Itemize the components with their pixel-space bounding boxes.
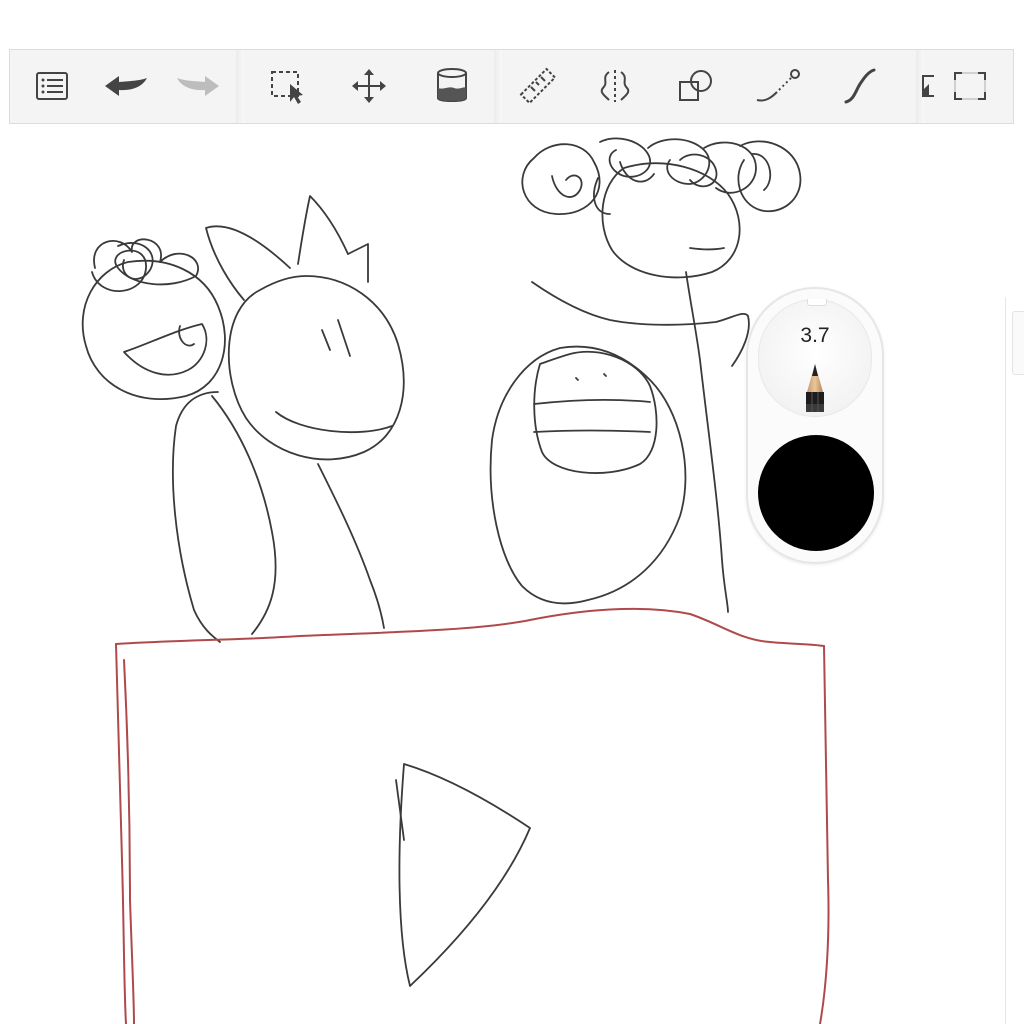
selection-marquee-icon xyxy=(271,71,303,104)
ruler-tool-button[interactable] xyxy=(514,62,562,110)
ruler-icon xyxy=(519,67,557,105)
list-menu-icon xyxy=(36,72,68,100)
symmetry-icon xyxy=(600,70,630,102)
pencil-icon xyxy=(806,364,824,412)
transform-tool-button[interactable] xyxy=(345,62,393,110)
top-toolbar xyxy=(9,49,1014,124)
brush-color-swatch[interactable] xyxy=(758,435,874,551)
shapes-icon xyxy=(679,70,712,101)
redo-button[interactable] xyxy=(174,62,222,110)
curve-tool-button[interactable] xyxy=(836,62,884,110)
stroke-tool-button[interactable] xyxy=(754,62,802,110)
paint-bucket-icon xyxy=(437,68,467,102)
canvas-scrollbar[interactable] xyxy=(1005,297,1024,1024)
sketch-artwork xyxy=(81,137,830,1024)
shapes-tool-button[interactable] xyxy=(672,62,720,110)
brush-size-control[interactable]: 3.7 xyxy=(758,299,872,417)
size-notch xyxy=(807,299,827,306)
frame-tool-button[interactable] xyxy=(912,62,934,110)
frame-icon xyxy=(922,75,934,97)
menu-button[interactable] xyxy=(28,62,76,110)
brush-size-value: 3.7 xyxy=(800,324,830,347)
fullscreen-icon xyxy=(954,72,986,100)
fullscreen-button[interactable] xyxy=(946,62,994,110)
predictive-stroke-icon xyxy=(756,69,800,102)
undo-arrow-icon xyxy=(105,76,147,96)
french-curve-icon xyxy=(844,68,876,104)
selection-tool-button[interactable] xyxy=(264,62,312,110)
brush-puck[interactable]: 3.7 xyxy=(746,287,884,564)
fill-tool-button[interactable] xyxy=(428,62,476,110)
drawing-canvas[interactable] xyxy=(0,124,1024,1024)
symmetry-tool-button[interactable] xyxy=(591,62,639,110)
toolbar-divider xyxy=(236,50,244,123)
drawing-app: 3.7 xyxy=(0,0,1024,1024)
toolbar-divider xyxy=(494,50,502,123)
move-arrows-icon xyxy=(352,69,386,103)
scrollbar-thumb[interactable] xyxy=(1012,311,1024,375)
redo-arrow-icon xyxy=(177,76,219,96)
undo-button[interactable] xyxy=(102,62,150,110)
